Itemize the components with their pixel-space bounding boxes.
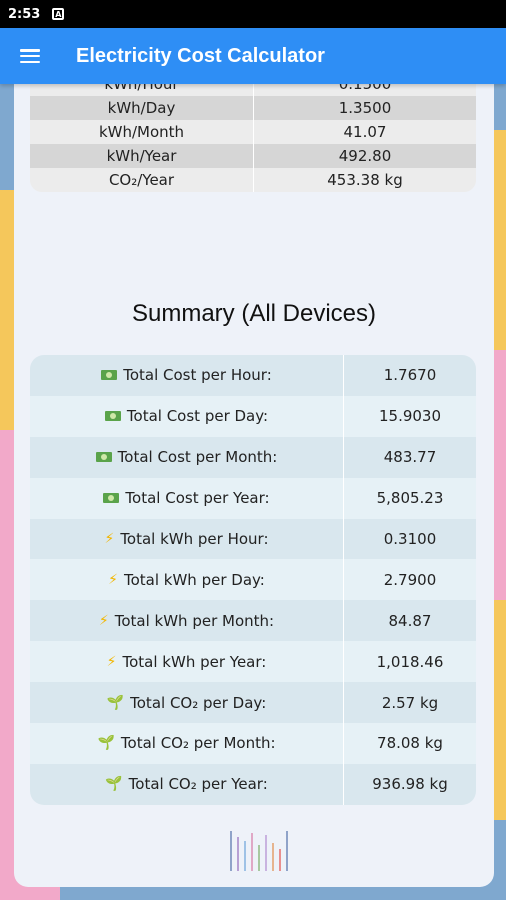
summary-value: 483.77 [383, 448, 437, 467]
device-table-label: CO₂/Year [30, 168, 254, 192]
summary-label: Total CO₂ per Day: [130, 693, 267, 712]
device-result-table: kWh/Hour 0.1500 kWh/Day 1.3500 kWh/Month 41.0… [30, 84, 476, 192]
summary-row: 🌱 Total CO₂ per Day: 2.57 kg [30, 682, 476, 724]
summary-value: 2.7900 [383, 570, 437, 589]
summary-label-cell: Total Cost per Day: [30, 395, 344, 437]
summary-row: Total Cost per Day: 15.9030 [30, 395, 476, 437]
device-table-row: kWh/Hour 0.1500 [30, 84, 476, 96]
status-bar: 2:53 A [0, 0, 506, 28]
device-table-value: 1.3500 [338, 99, 392, 117]
summary-title: Summary (All Devices) [131, 300, 377, 327]
summary-value: 2.57 kg [381, 693, 439, 712]
lightning-bolt-icon: ⚡ [106, 653, 117, 670]
device-table-value: 492.80 [338, 147, 392, 165]
device-table-value: 453.38 kg [327, 171, 403, 189]
money-icon [104, 411, 121, 422]
device-table-label: kWh/Hour [30, 84, 254, 96]
lightning-bolt-icon: ⚡ [98, 612, 109, 629]
app-logo-icon [230, 829, 302, 871]
lightning-bolt-icon: ⚡ [108, 571, 118, 588]
device-table-value: 0.1500 [338, 84, 392, 93]
seedling-icon: 🌱 [97, 735, 115, 752]
device-table-row: kWh/Year 492.80 [30, 144, 476, 168]
summary-label: Total kWh per Hour: [120, 530, 269, 548]
summary-row: 🌱 Total CO₂ per Month: 78.08 kg [30, 723, 476, 764]
summary-label: Total Cost per Day: [126, 407, 269, 426]
summary-label-cell: 🌱 Total CO₂ per Month: [30, 723, 344, 764]
money-icon [103, 493, 120, 504]
device-table-label: kWh/Month [30, 120, 254, 144]
summary-row: ⚡ Total kWh per Day: 2.7900 [30, 559, 476, 601]
device-table-value: 41.07 [343, 123, 387, 141]
summary-value: 0.3100 [383, 530, 437, 548]
device-table-label: kWh/Day [30, 96, 254, 120]
status-time: 2:53 [8, 6, 41, 22]
summary-label-cell: 🌱 Total CO₂ per Day: [30, 682, 344, 724]
summary-value: 936.98 kg [372, 775, 448, 794]
summary-label: Total CO₂ per Month: [120, 734, 276, 753]
summary-row: Total Cost per Month: 483.77 [30, 436, 476, 478]
summary-value: 84.87 [388, 611, 432, 630]
device-table-row: kWh/Day 1.3500 [30, 96, 476, 120]
summary-label: Total CO₂ per Year: [128, 775, 268, 794]
summary-label-cell: ⚡ Total kWh per Hour: [30, 518, 344, 560]
app-bar: Electricity Cost Calculator [0, 28, 506, 84]
lightning-bolt-icon: ⚡ [104, 531, 115, 547]
summary-label: Total kWh per Month: [114, 611, 275, 630]
summary-value: 5,805.23 [376, 489, 444, 508]
money-icon [101, 370, 118, 381]
seedling-icon: 🌱 [105, 776, 123, 793]
device-table-row: CO₂/Year 453.38 kg [30, 168, 476, 192]
summary-label-cell: ⚡ Total kWh per Month: [30, 600, 344, 642]
summary-row: ⚡ Total kWh per Month: 84.87 [30, 600, 476, 642]
summary-value: 78.08 kg [377, 734, 443, 753]
summary-label: Total kWh per Day: [123, 570, 265, 589]
summary-label-cell: 🌱 Total CO₂ per Year: [30, 763, 344, 805]
summary-table: Total Cost per Hour: 1.7670 Total Cost per… [30, 355, 476, 805]
summary-value: 1,018.46 [376, 652, 444, 671]
notification-icon: A [52, 8, 65, 20]
hamburger-menu-icon[interactable] [0, 28, 60, 84]
summary-label: Total Cost per Month: [117, 448, 278, 467]
summary-label-cell: ⚡ Total kWh per Day: [30, 559, 344, 601]
summary-row: Total Cost per Year: 5,805.23 [30, 477, 476, 519]
summary-label: Total Cost per Hour: [123, 366, 272, 385]
summary-label-cell: Total Cost per Month: [30, 436, 344, 478]
summary-row: ⚡ Total kWh per Year: 1,018.46 [30, 641, 476, 683]
summary-label-cell: Total Cost per Year: [30, 477, 344, 519]
device-table-label: kWh/Year [30, 144, 254, 168]
summary-label-cell: Total Cost per Hour: [30, 355, 344, 396]
app-title: Electricity Cost Calculator [76, 44, 325, 67]
summary-label: Total kWh per Year: [122, 652, 267, 671]
summary-row: ⚡ Total kWh per Hour: 0.3100 [30, 518, 476, 560]
summary-value: 1.7670 [383, 366, 437, 385]
summary-label-cell: ⚡ Total kWh per Year: [30, 641, 344, 683]
summary-row: Total Cost per Hour: 1.7670 [30, 355, 476, 396]
money-icon [95, 452, 112, 463]
seedling-icon: 🌱 [106, 694, 125, 711]
content-card: kWh/Hour 0.1500 kWh/Day 1.3500 kWh/Month 41.0… [14, 84, 494, 887]
summary-label: Total Cost per Year: [125, 489, 270, 508]
summary-value: 15.9030 [378, 407, 442, 426]
device-table-row: kWh/Month 41.07 [30, 120, 476, 144]
summary-row: 🌱 Total CO₂ per Year: 936.98 kg [30, 763, 476, 805]
